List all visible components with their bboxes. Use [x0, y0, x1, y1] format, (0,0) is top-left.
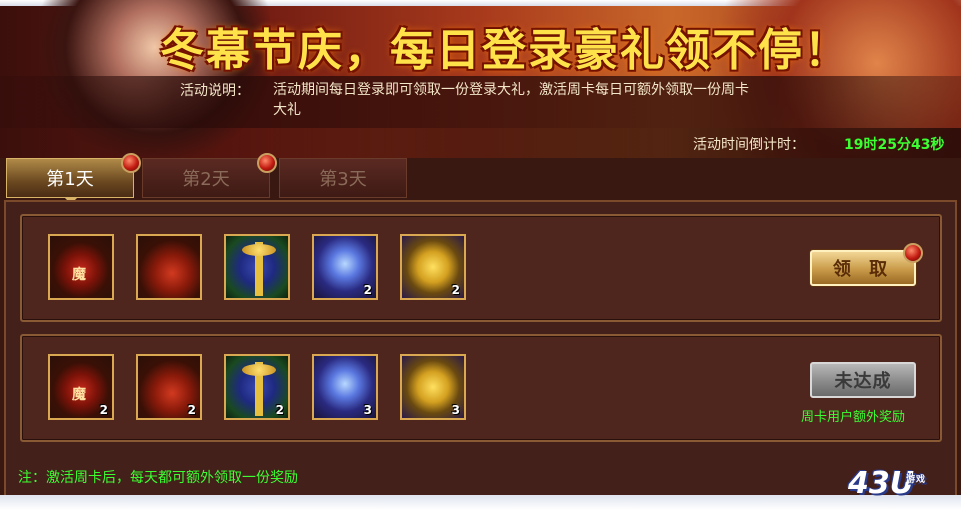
tab-label: 第2天: [182, 169, 230, 190]
tab-day-1[interactable]: 第1天: [6, 153, 141, 204]
gift-box-icon: [226, 236, 288, 298]
event-title: 冬幕节庆，每日登录豪礼领不停！: [160, 25, 850, 76]
description-text: 活动期间每日登录即可领取一份登录大礼，激活周卡每日可额外领取一份周卡大礼: [273, 82, 749, 118]
item-count: 2: [99, 403, 108, 417]
claim-button-label: 领 取: [832, 259, 894, 280]
weekly-card-note: 周卡用户额外奖励: [801, 410, 906, 425]
red-gourd-icon: [138, 236, 200, 298]
tab-label: 第1天: [46, 169, 94, 190]
reward-item[interactable]: 2: [136, 354, 202, 420]
item-count: 2: [187, 403, 196, 417]
item-count: 2: [363, 283, 372, 297]
item-count: 2: [451, 283, 460, 297]
countdown-value: 19时25分43秒: [844, 137, 945, 153]
reward-item[interactable]: 2: [312, 234, 378, 300]
countdown-label: 活动时间倒计时：: [693, 137, 805, 153]
reward-item[interactable]: 2: [48, 354, 114, 420]
not-reached-label: 未达成: [834, 371, 892, 392]
notification-dot-icon: [903, 243, 923, 263]
tab-label: 第3天: [319, 169, 367, 190]
reward-item[interactable]: [136, 234, 202, 300]
item-count: 3: [363, 403, 372, 417]
logo-main: 43U: [848, 466, 915, 501]
tab-day-2[interactable]: 第2天: [142, 153, 277, 198]
tab-day-3[interactable]: 第3天: [279, 158, 407, 198]
item-count: 3: [451, 403, 460, 417]
site-logo: 43U 游戏: [848, 466, 956, 506]
snow-decoration: [0, 495, 961, 510]
day-tabs: 第1天 第2天 第3天: [0, 153, 961, 204]
reward-item[interactable]: 3: [400, 354, 466, 420]
notification-dot-icon: [257, 153, 277, 173]
reward-item[interactable]: [224, 234, 290, 300]
logo-sub: 游戏: [906, 475, 927, 485]
reward-item[interactable]: [48, 234, 114, 300]
magic-bag-icon: [50, 236, 112, 298]
notification-dot-icon: [121, 153, 141, 173]
reward-item[interactable]: 2: [224, 354, 290, 420]
item-count: 2: [275, 403, 284, 417]
timer-band: [0, 128, 961, 158]
not-reached-button[interactable]: 未达成: [810, 362, 916, 398]
description-label: 活动说明：: [180, 83, 250, 99]
claim-button[interactable]: 领 取: [810, 243, 923, 286]
reward-item[interactable]: 3: [312, 354, 378, 420]
footer-note: 注：激活周卡后，每天都可额外领取一份奖励: [18, 470, 298, 486]
reward-item[interactable]: 2: [400, 234, 466, 300]
